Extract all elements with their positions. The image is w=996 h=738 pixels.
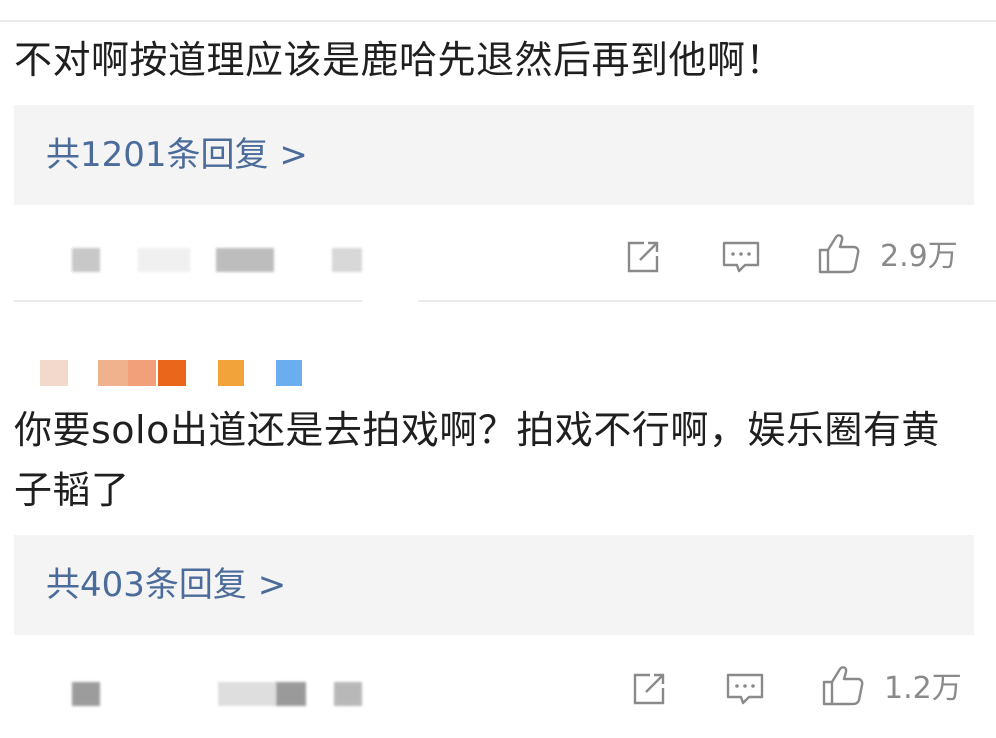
reply-box[interactable]: 共403条回复 > <box>14 535 974 635</box>
like-icon[interactable] <box>820 662 866 708</box>
blurred-meta-block <box>72 682 100 706</box>
blurred-meta-block <box>138 248 190 272</box>
obscured-username <box>0 360 400 386</box>
comment-icon[interactable] <box>718 234 764 280</box>
blurred-swatch <box>276 360 302 386</box>
blurred-meta-block <box>276 682 306 706</box>
blurred-meta-block <box>72 248 100 272</box>
blurred-meta-block <box>332 248 362 272</box>
comment-text: 不对啊按道理应该是鹿哈先退然后再到他啊！ <box>14 38 785 82</box>
blurred-meta-block <box>216 248 274 272</box>
blurred-swatch <box>98 360 128 386</box>
blurred-swatch <box>158 360 186 386</box>
blurred-meta-block <box>334 682 362 706</box>
blurred-swatch <box>128 360 156 386</box>
share-icon[interactable] <box>626 666 672 712</box>
comment-icon[interactable] <box>722 666 768 712</box>
view-replies-link[interactable]: 共403条回复 > <box>46 563 286 607</box>
reply-box[interactable]: 共1201条回复 > <box>14 105 974 205</box>
comment-divider <box>14 300 362 302</box>
blurred-swatch <box>218 360 244 386</box>
view-replies-link[interactable]: 共1201条回复 > <box>46 133 308 177</box>
blurred-meta-block <box>218 682 276 706</box>
like-count: 2.9万 <box>880 239 958 274</box>
blurred-swatch <box>40 360 68 386</box>
top-divider <box>0 20 996 22</box>
comment-text: 你要solo出道还是去拍戏啊？拍戏不行啊，娱乐圈有黄子韬了 <box>14 408 940 512</box>
like-icon[interactable] <box>816 230 862 276</box>
comment-divider <box>418 300 996 302</box>
like-count: 1.2万 <box>884 671 962 706</box>
share-icon[interactable] <box>620 234 666 280</box>
